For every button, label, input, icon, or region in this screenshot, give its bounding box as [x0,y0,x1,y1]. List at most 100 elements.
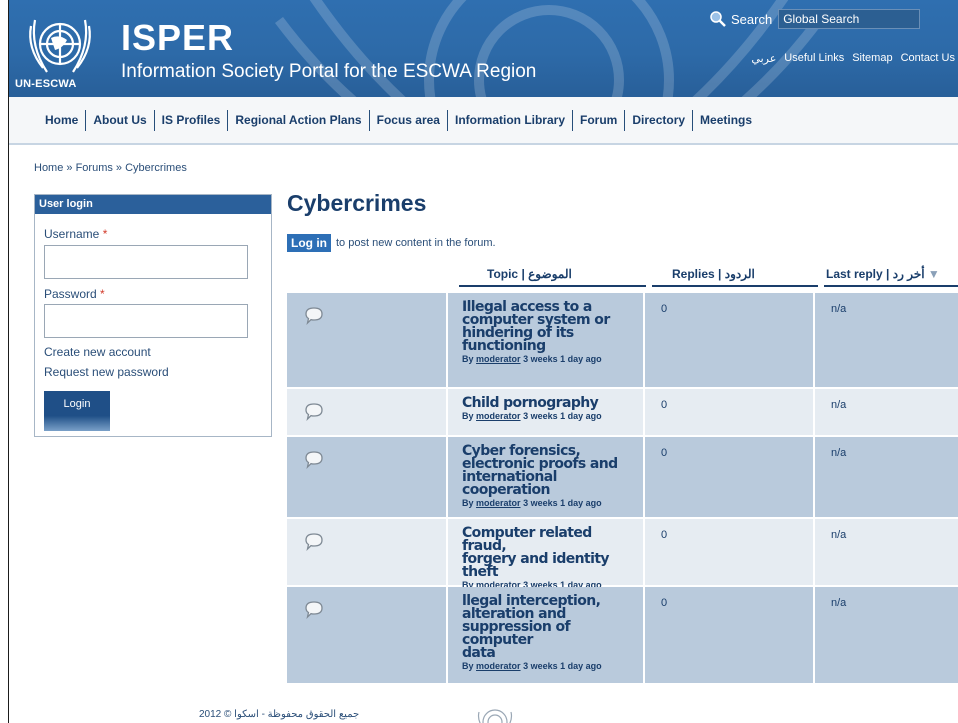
topic-title-link[interactable]: Cyber forensics, electronic proofs and int… [462,444,637,498]
topic-title-link[interactable]: Illegal access to a computer system or hin… [462,300,637,353]
topic-icon-cell [287,437,448,519]
last-reply-cell: n/a [815,293,958,389]
top-links: عربي Useful Links Sitemap Contact Us [751,52,955,65]
last-reply-cell: n/a [815,587,958,685]
password-field[interactable] [44,304,248,338]
topic-author-link[interactable]: moderator [476,498,521,508]
nav-item-is-profiles[interactable]: IS Profiles [153,110,228,132]
replies-cell: 0 [645,293,815,389]
column-last-reply[interactable]: Last reply | أخر رد ▼ [824,267,958,287]
topic-meta: By moderator 3 weeks 1 day ago [462,661,637,671]
topic-author-link[interactable]: moderator [476,661,521,671]
nav-item-regional-action-plans[interactable]: Regional Action Plans [227,110,368,132]
nav-item-focus-area[interactable]: Focus area [368,110,447,132]
global-search-input[interactable] [778,9,921,29]
topic-age: 3 weeks 1 day ago [523,498,602,508]
topic-title-link[interactable]: Computer related fraud, forgery and ident… [462,525,637,580]
topic-by-label: By [462,661,474,671]
un-emblem-icon [477,709,513,723]
search-area: Search [709,5,921,33]
table-row: Computer related fraud, forgery and ident… [287,519,958,590]
top-link-useful-links[interactable]: Useful Links [784,52,844,65]
last-reply-cell: n/a [815,519,958,587]
login-note-text: to post new content in the forum. [336,237,496,249]
speech-bubble-icon [305,533,323,551]
topic-icon-cell [287,389,448,437]
request-password-link[interactable]: Request new password [44,365,169,379]
user-login-title: User login [35,195,271,214]
topic-title-line: data [462,645,496,661]
login-button[interactable]: Login [44,391,110,431]
last-reply-cell: n/a [815,389,958,437]
topic-title-line: international cooperation [462,469,557,498]
replies-cell: 0 [645,587,815,685]
topic-cell: Cyber forensics, electronic proofs and int… [448,437,645,519]
logo-caption: UN-ESCWA [15,78,77,90]
username-field[interactable] [44,245,248,279]
topic-icon-cell [287,587,448,685]
topic-title-line: forgery and identity theft [462,551,610,580]
speech-bubble-icon [305,307,323,325]
topic-by-label: By [462,354,474,364]
page-title: Cybercrimes [287,190,427,216]
nav-item-home[interactable]: Home [37,110,85,131]
table-row: Child pornography By moderator 3 weeks 1 … [287,389,958,437]
speech-bubble-icon [305,601,323,619]
create-account-link[interactable]: Create new account [44,345,151,359]
topic-icon-cell [287,293,448,389]
topic-cell: llegal interception, alteration and suppre… [448,587,645,685]
topic-title-line: suppression of computer [462,619,571,648]
replies-cell: 0 [645,389,815,437]
topic-title-line: Child pornography [462,395,599,411]
topic-title-link[interactable]: Child pornography [462,395,637,411]
topic-meta: By moderator 3 weeks 1 day ago [462,411,637,421]
nav-item-meetings[interactable]: Meetings [692,110,759,132]
search-label: Search [731,11,773,27]
search-icon[interactable] [709,10,727,28]
replies-cell: 0 [645,437,815,519]
topic-meta: By moderator 3 weeks 1 day ago [462,498,637,508]
replies-cell: 0 [645,519,815,587]
site-title[interactable]: ISPER [121,20,234,56]
nav-item-about-us[interactable]: About Us [85,110,153,132]
user-login-box: User login Username * Password * Create … [34,194,272,437]
password-label: Password * [44,287,105,301]
nav-item-directory[interactable]: Directory [624,110,692,132]
speech-bubble-icon [305,403,323,421]
breadcrumb[interactable]: Home » Forums » Cybercrimes [34,162,187,174]
nav-item-information-library[interactable]: Information Library [446,110,572,132]
topic-by-label: By [462,411,474,421]
footer-copyright: جميع الحقوق محفوظة - اسكوا © 2012 [199,709,360,720]
table-row: Cyber forensics, electronic proofs and int… [287,437,958,519]
page-frame: UN-ESCWA ISPER Information Society Porta… [8,0,958,723]
main-nav: Home About Us IS Profiles Regional Actio… [9,97,958,145]
username-label: Username * [44,227,108,241]
topic-by-label: By [462,498,474,508]
forum-topics: Illegal access to a computer system or hin… [287,293,958,685]
topic-cell: Illegal access to a computer system or hin… [448,293,645,389]
column-replies[interactable]: Replies | الردود [652,267,818,287]
topic-age: 3 weeks 1 day ago [523,411,602,421]
table-row: llegal interception, alteration and suppre… [287,587,958,685]
last-reply-cell: n/a [815,437,958,519]
topic-title-link[interactable]: llegal interception, alteration and suppre… [462,594,637,661]
topic-author-link[interactable]: moderator [476,411,521,421]
nav-item-forum[interactable]: Forum [572,110,624,132]
top-link-arabic[interactable]: عربي [751,52,776,65]
table-row: Illegal access to a computer system or hin… [287,293,958,389]
topic-age: 3 weeks 1 day ago [523,354,602,364]
column-topic[interactable]: Topic | الموضوع [459,267,646,287]
topic-title-line: Computer related fraud, [462,525,592,554]
topic-meta: By moderator 3 weeks 1 day ago [462,354,637,364]
topic-author-link[interactable]: moderator [476,354,521,364]
log-in-link[interactable]: Log in [287,234,331,252]
login-note: Log in to post new content in the forum. [287,234,496,252]
topic-age: 3 weeks 1 day ago [523,661,602,671]
top-link-contact-us[interactable]: Contact Us [901,52,955,65]
topic-icon-cell [287,519,448,587]
site-subtitle: Information Society Portal for the ESCWA… [121,61,537,82]
top-link-sitemap[interactable]: Sitemap [852,52,892,65]
topic-cell: Computer related fraud, forgery and ident… [448,519,645,590]
site-header: UN-ESCWA ISPER Information Society Porta… [9,0,958,97]
forum-table-header: Topic | الموضوع Replies | الردود Last re… [287,262,958,292]
